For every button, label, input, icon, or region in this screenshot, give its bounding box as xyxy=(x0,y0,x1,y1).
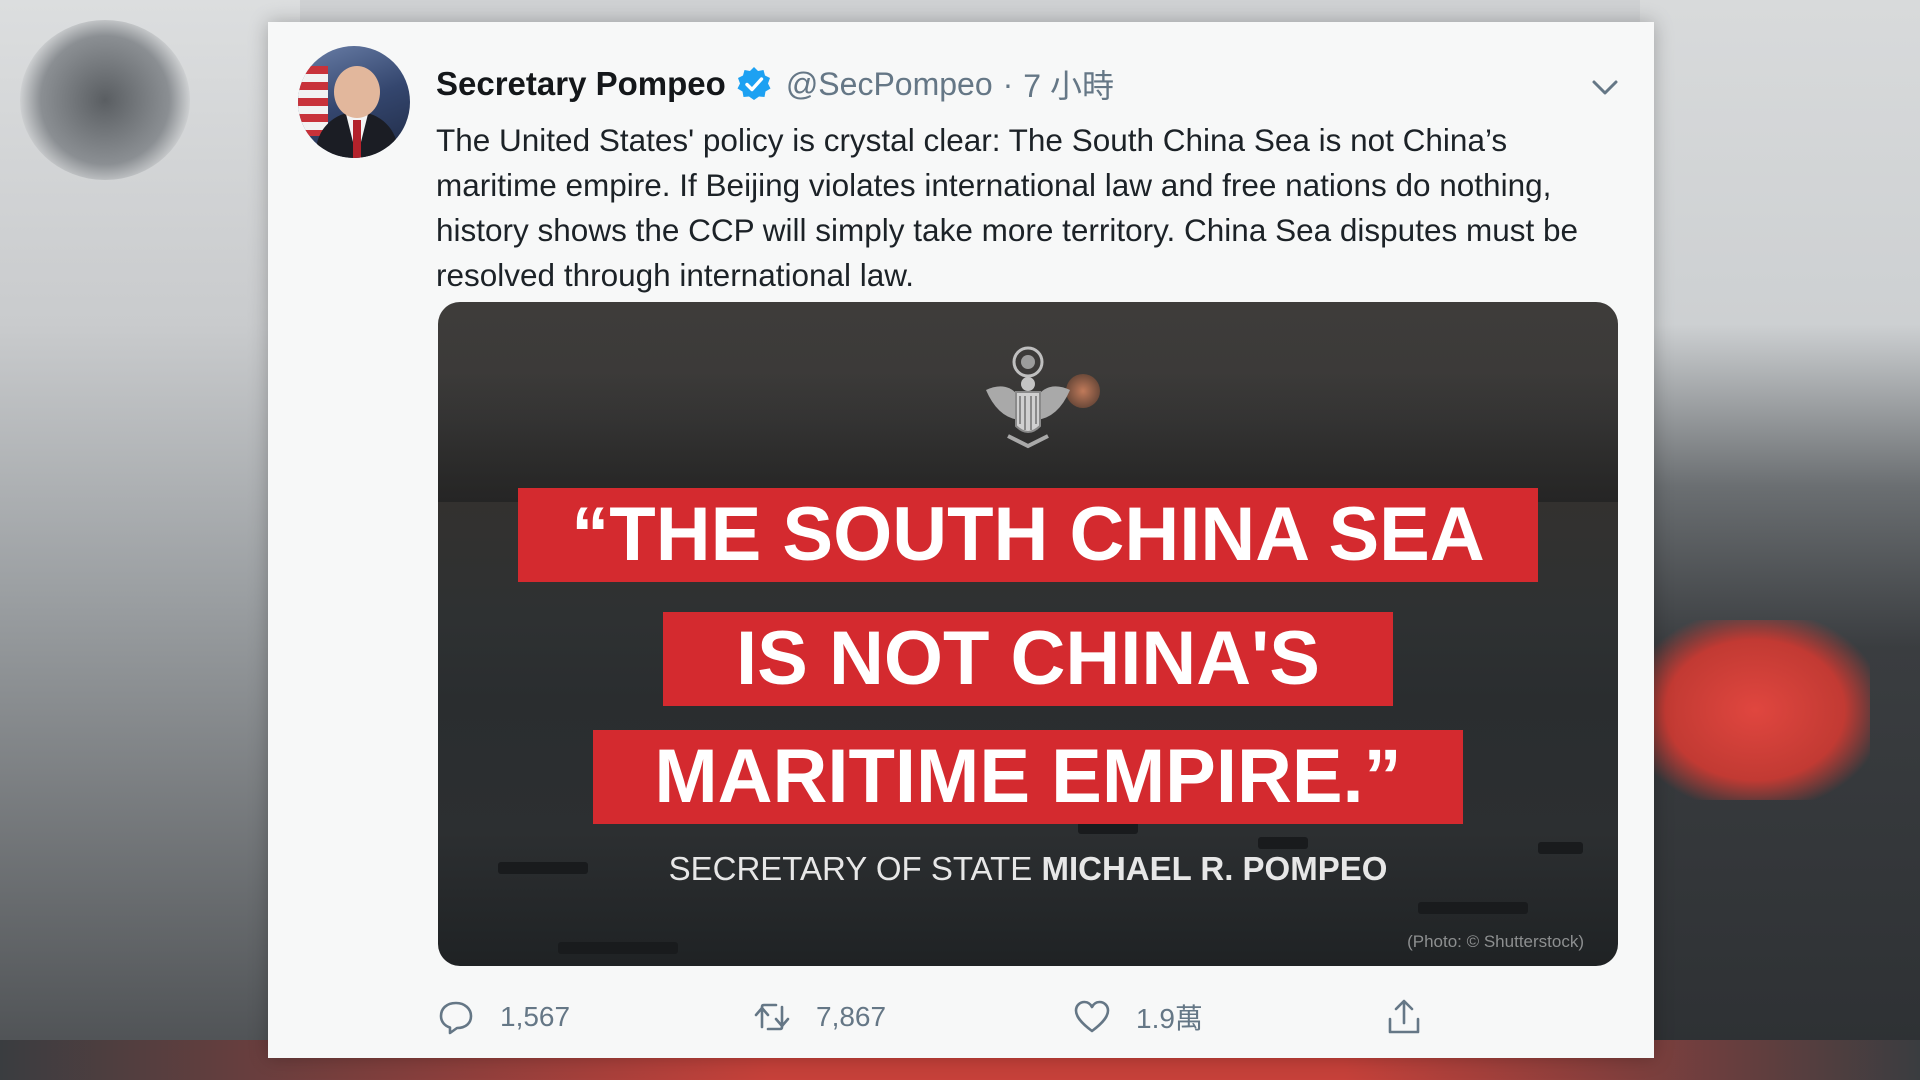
like-count: 1.9萬 xyxy=(1136,1003,1203,1034)
reply-button[interactable]: 1,567 xyxy=(436,992,570,1042)
tweet-text: The United States' policy is crystal cle… xyxy=(436,122,1579,293)
avatar-flag xyxy=(298,66,328,136)
reply-count: 1,567 xyxy=(500,1001,571,1032)
share-button[interactable] xyxy=(1384,992,1424,1042)
verified-badge-icon xyxy=(736,66,772,102)
state-department-seal-icon xyxy=(986,346,1070,449)
ship-silhouette xyxy=(1258,837,1308,849)
avatar[interactable] xyxy=(298,46,410,158)
share-icon xyxy=(1388,999,1420,1034)
ship-silhouette xyxy=(1418,902,1528,914)
quote-banner-line-3: MARITIME EMPIRE.” xyxy=(593,730,1463,824)
user-handle[interactable]: @SecPompeo xyxy=(786,66,993,103)
attribution-title: SECRETARY OF STATE xyxy=(668,850,1042,887)
tweet-actions: 1,567 7,867 1.9萬 xyxy=(436,992,1656,1042)
avatar-tie xyxy=(353,120,361,158)
quote-attribution: SECRETARY OF STATE MICHAEL R. POMPEO xyxy=(438,850,1618,888)
like-button[interactable]: 1.9萬 xyxy=(1072,992,1203,1042)
ship-silhouette xyxy=(558,942,678,954)
separator-dot: · xyxy=(1002,65,1014,102)
quote-banner-line-2: IS NOT CHINA'S xyxy=(663,612,1393,706)
tweet-card: Secretary Pompeo @SecPompeo · 7 小時 The U… xyxy=(268,22,1654,1058)
background-blur-shape xyxy=(20,20,190,180)
quote-banner-line-1: “THE SOUTH CHINA SEA xyxy=(518,488,1538,582)
background-right xyxy=(1640,0,1920,1080)
tweet-header: Secretary Pompeo @SecPompeo · 7 小時 xyxy=(436,64,1114,104)
attribution-name: MICHAEL R. POMPEO xyxy=(1041,850,1388,887)
display-name[interactable]: Secretary Pompeo xyxy=(436,65,726,103)
retweet-button[interactable]: 7,867 xyxy=(752,992,886,1042)
chevron-down-icon[interactable] xyxy=(1588,70,1622,104)
tweet-media-image[interactable]: “THE SOUTH CHINA SEA IS NOT CHINA'S MARI… xyxy=(438,302,1618,966)
heart-icon xyxy=(1074,1000,1110,1033)
avatar-face xyxy=(334,66,380,118)
timestamp[interactable]: 7 小時 xyxy=(1023,61,1114,107)
background-red-shape xyxy=(1640,620,1870,800)
reply-icon xyxy=(439,1001,473,1035)
photo-credit: (Photo: © Shutterstock) xyxy=(1407,932,1584,951)
retweet-icon xyxy=(754,1003,790,1031)
retweet-count: 7,867 xyxy=(816,1001,887,1032)
